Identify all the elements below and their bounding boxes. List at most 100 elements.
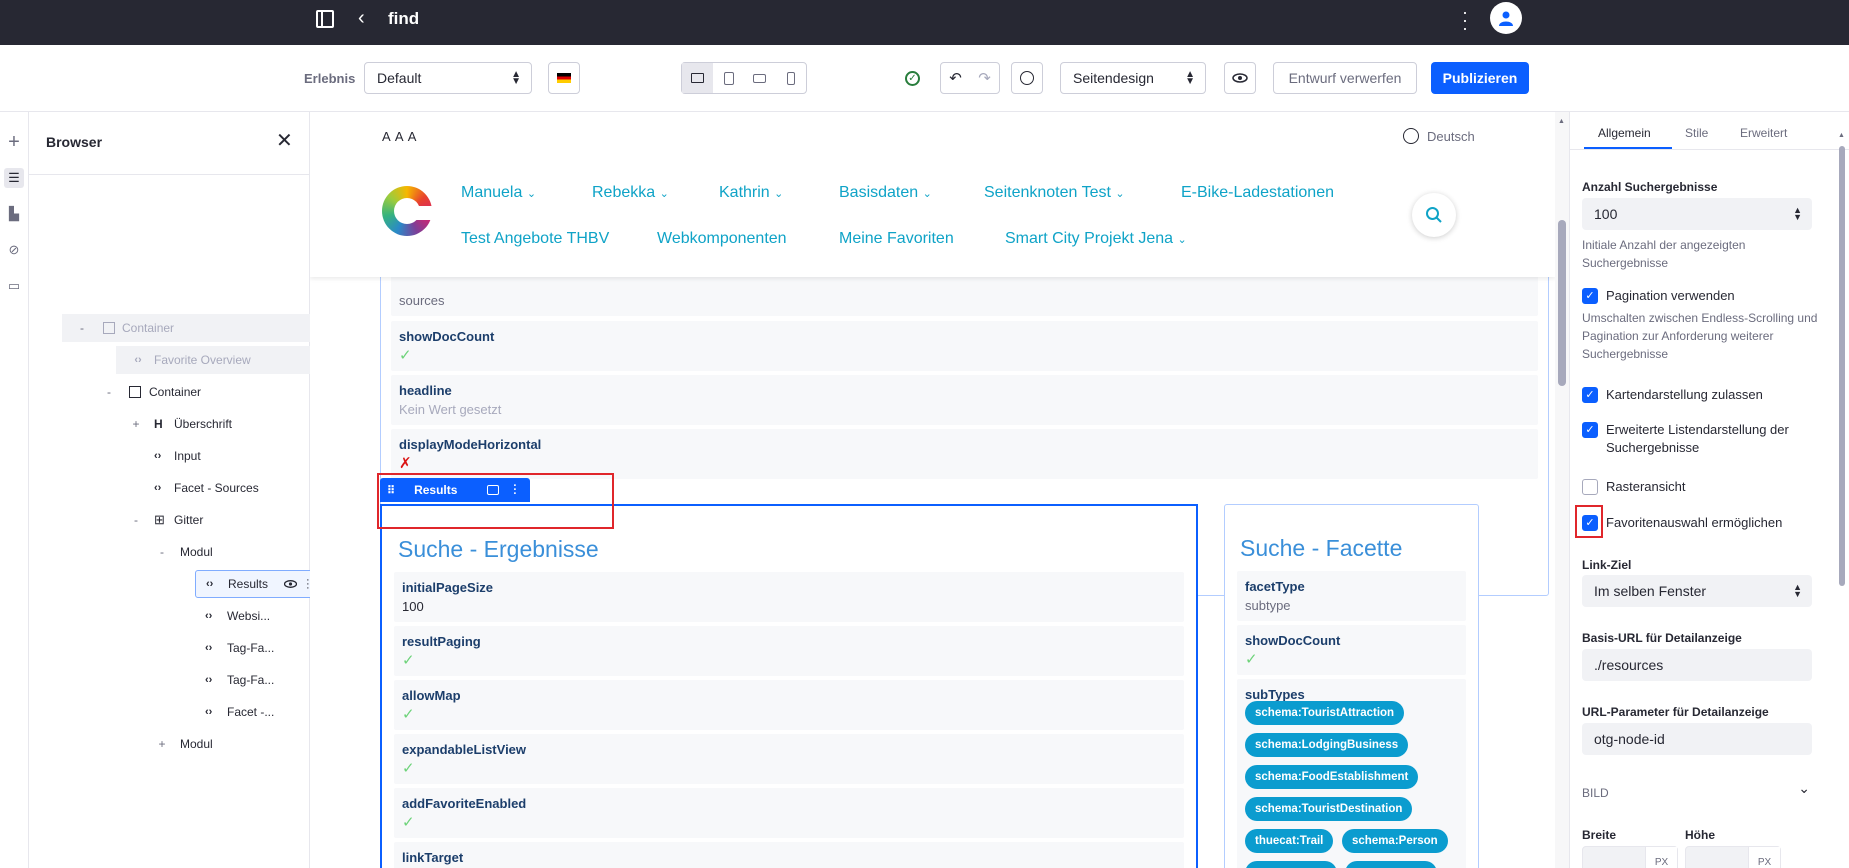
chevron-down-icon: ⌄	[526, 188, 537, 200]
nav-item-kathrin[interactable]: Kathrin ⌄	[719, 184, 783, 202]
nav-item-e-bike[interactable]: E-Bike-Ladestationen	[1181, 184, 1334, 202]
mobile-icon	[786, 71, 795, 85]
tree-item-website[interactable]: ‹› Websi...	[62, 602, 321, 630]
property-value: subtype	[1245, 598, 1291, 613]
result-count-select[interactable]: 100 ▲ ▼	[1582, 198, 1812, 230]
tree-item-module[interactable]: + Modul	[62, 730, 321, 758]
fragment-icon: ‹›	[154, 450, 162, 462]
preview-button[interactable]	[1224, 62, 1256, 94]
more-options-icon[interactable]: · · ·	[1460, 3, 1470, 37]
tab-erweitert[interactable]: Erweitert	[1740, 126, 1787, 140]
experience-select[interactable]: Default ▲ ▼	[364, 62, 532, 94]
property-allow-map: allowMap ✓	[394, 680, 1184, 730]
select-caret-icon: ▲ ▼	[511, 69, 521, 87]
tablet-portrait-button[interactable]	[744, 63, 775, 93]
tree-item-facet[interactable]: ‹› Facet -...	[62, 698, 321, 726]
panel-scrollbar[interactable]: ▲	[1836, 132, 1848, 868]
scroll-up-icon[interactable]: ▲	[1838, 132, 1845, 139]
checkbox-checked-icon[interactable]: ✓	[1582, 387, 1598, 403]
tablet-landscape-button[interactable]	[713, 63, 744, 93]
tree-item-tag-facet[interactable]: ‹› Tag-Fa...	[62, 634, 321, 662]
tree-item-facet-sources[interactable]: ‹› Facet - Sources	[62, 474, 321, 502]
expand-toggle[interactable]: +	[156, 737, 168, 751]
tab-stile[interactable]: Stile	[1685, 126, 1708, 140]
sidebar-toggle-icon[interactable]	[316, 10, 334, 28]
facette-fragment[interactable]: Suche - Facette facetType subtype showDo…	[1224, 504, 1479, 868]
tab-allgemein[interactable]: Allgemein	[1598, 126, 1651, 140]
back-icon[interactable]: ‹	[358, 8, 365, 28]
tree-item-label: Gitter	[174, 513, 204, 527]
tree-item-results[interactable]: ‹› Results · · ·	[195, 570, 322, 598]
nav-item-smart-city[interactable]: Smart City Projekt Jena ⌄	[1005, 230, 1187, 248]
base-url-input[interactable]: ./resources	[1582, 649, 1812, 681]
user-avatar[interactable]	[1490, 2, 1522, 34]
discard-draft-button[interactable]: Entwurf verwerfen	[1273, 62, 1417, 94]
collapse-toggle[interactable]: -	[156, 545, 168, 559]
tree-item-favorite-overview[interactable]: ‹› Favorite Overview	[116, 346, 321, 374]
check-icon: ✓	[402, 760, 415, 777]
nav-item-seitenknoten-test[interactable]: Seitenknoten Test ⌄	[984, 184, 1125, 202]
nav-item-meine-favoriten[interactable]: Meine Favoriten	[839, 230, 954, 248]
tree-item-heading[interactable]: + H Überschrift	[62, 410, 321, 438]
site-search-button[interactable]	[1412, 193, 1456, 237]
nav-item-manuela[interactable]: Manuela ⌄	[461, 184, 536, 202]
pagination-checkbox[interactable]: ✓ Pagination verwenden	[1582, 287, 1735, 305]
page-design-icon[interactable]: ▙	[4, 204, 24, 224]
expand-toggle[interactable]: +	[130, 417, 142, 431]
history-button[interactable]	[1011, 62, 1043, 94]
nav-item-webkomponenten[interactable]: Webkomponenten	[657, 230, 787, 248]
extended-list-checkbox[interactable]: ✓ Erweiterte Listendarstellung der Suche…	[1582, 421, 1822, 457]
url-param-input[interactable]: otg-node-id	[1582, 723, 1812, 755]
check-icon: ✓	[399, 347, 412, 364]
favorites-checkbox[interactable]: ✓ Favoritenauswahl ermöglichen	[1582, 514, 1782, 532]
link-target-select[interactable]: Im selben Fenster ▲ ▼	[1582, 575, 1812, 607]
add-icon[interactable]: +	[4, 131, 24, 153]
panel-scrollbar-thumb[interactable]	[1839, 146, 1845, 586]
browser-icon[interactable]: ☰	[4, 168, 24, 188]
publish-button[interactable]: Publizieren	[1431, 62, 1529, 94]
canvas-scrollbar[interactable]: ▲	[1555, 112, 1569, 868]
undo-button[interactable]: ↶ ↷	[940, 62, 1000, 94]
checkbox-unchecked-icon[interactable]	[1582, 479, 1598, 495]
browser-divider	[29, 174, 310, 175]
map-checkbox[interactable]: ✓ Kartendarstellung zulassen	[1582, 386, 1763, 404]
site-logo[interactable]	[382, 186, 434, 236]
scroll-up-icon[interactable]: ▲	[1558, 118, 1565, 125]
language-flag-button[interactable]	[548, 62, 580, 94]
tree-item-label: Tag-Fa...	[227, 673, 275, 687]
nav-item-rebekka[interactable]: Rebekka ⌄	[592, 184, 669, 202]
results-fragment[interactable]: Suche - Ergebnisse initialPageSize 100 r…	[380, 504, 1198, 868]
checkbox-checked-icon[interactable]: ✓	[1582, 288, 1598, 304]
image-section-toggle[interactable]: BILD ⌄	[1582, 780, 1810, 804]
link-target-value: Im selben Fenster	[1594, 583, 1707, 599]
undo-icon: ↶	[949, 70, 962, 87]
height-input[interactable]: PX	[1685, 846, 1781, 868]
map-label: Kartendarstellung zulassen	[1606, 387, 1763, 402]
tree-item-input[interactable]: ‹› Input	[62, 442, 321, 470]
page-design-select[interactable]: Seitendesign ▲ ▼	[1060, 62, 1206, 94]
eye-icon	[1232, 73, 1248, 83]
comments-icon[interactable]: ▭	[4, 276, 24, 296]
collapse-toggle[interactable]: -	[76, 321, 88, 335]
language-selector[interactable]: Deutsch	[1403, 128, 1475, 144]
tree-item-grid[interactable]: - ⊞ Gitter	[62, 506, 321, 534]
eye-icon[interactable]	[284, 580, 297, 588]
close-icon[interactable]: ✕	[276, 128, 293, 153]
tree-item-module[interactable]: - Modul	[62, 538, 321, 566]
nav-item-basisdaten[interactable]: Basisdaten ⌄	[839, 184, 932, 202]
mobile-view-button[interactable]	[775, 63, 806, 93]
nav-item-test-angebote[interactable]: Test Angebote THBV	[461, 230, 609, 248]
tree-item-container[interactable]: - Container	[62, 314, 321, 342]
desktop-view-button[interactable]	[682, 63, 713, 93]
mapping-icon[interactable]: ⊘	[4, 240, 24, 260]
font-size-switcher[interactable]: A A A	[382, 129, 417, 144]
width-input[interactable]: PX	[1582, 846, 1678, 868]
globe-icon	[1403, 128, 1419, 144]
base-url-value: ./resources	[1594, 657, 1664, 673]
tree-item-tag-facet[interactable]: ‹› Tag-Fa...	[62, 666, 321, 694]
collapse-toggle[interactable]: -	[103, 385, 115, 399]
collapse-toggle[interactable]: -	[130, 513, 142, 527]
grid-view-checkbox[interactable]: Rasteransicht	[1582, 478, 1685, 496]
scrollbar-thumb[interactable]	[1558, 220, 1566, 386]
tree-item-container[interactable]: - Container	[62, 378, 321, 406]
